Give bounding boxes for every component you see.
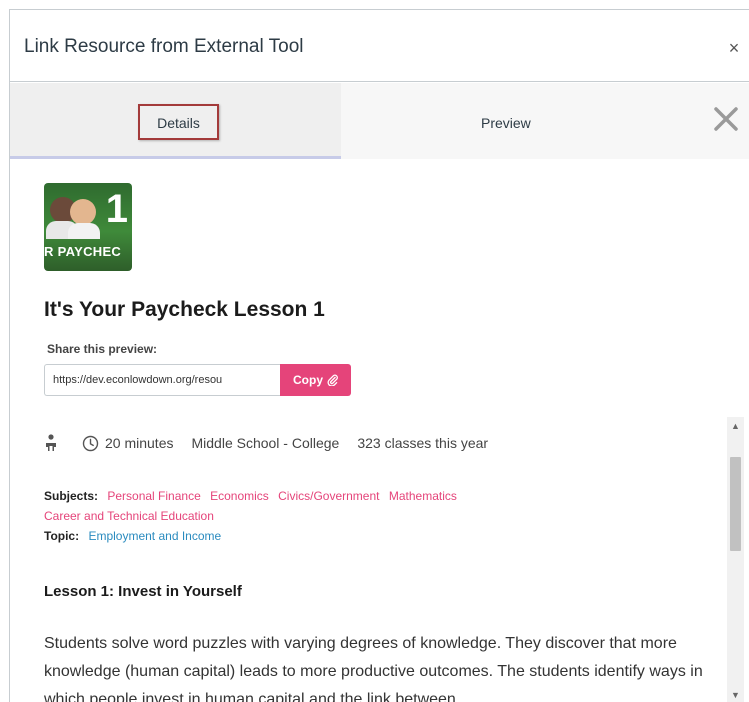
topic-link[interactable]: Employment and Income bbox=[88, 529, 221, 543]
paperclip-icon bbox=[327, 374, 338, 386]
tab-details[interactable]: Details bbox=[10, 83, 341, 159]
link-resource-dialog: Link Resource from External Tool × Detai… bbox=[9, 9, 749, 702]
resource-title: It's Your Paycheck Lesson 1 bbox=[44, 298, 325, 321]
subject-link[interactable]: Career and Technical Education bbox=[44, 509, 214, 523]
dialog-header: Link Resource from External Tool × bbox=[10, 10, 749, 82]
subject-link[interactable]: Mathematics bbox=[389, 489, 457, 503]
tab-preview[interactable]: Preview bbox=[341, 83, 749, 159]
scrollbar-thumb[interactable] bbox=[730, 457, 741, 551]
duration-item: 20 minutes bbox=[82, 435, 173, 452]
tab-details-label: Details bbox=[138, 104, 219, 140]
person-icon bbox=[46, 434, 56, 451]
clock-icon bbox=[82, 435, 99, 451]
scrollbar[interactable]: ▲ ▼ bbox=[727, 417, 744, 702]
subject-link[interactable]: Personal Finance bbox=[107, 489, 200, 503]
thumbnail-text: R PAYCHEC bbox=[44, 244, 122, 259]
resource-meta: 20 minutes Middle School - College 323 c… bbox=[44, 432, 506, 454]
tab-bar: Details Preview bbox=[10, 83, 749, 159]
details-panel: 1 R PAYCHEC It's Your Paycheck Lesson 1 … bbox=[10, 159, 749, 702]
subjects-block: Subjects: Personal Finance Economics Civ… bbox=[44, 486, 724, 546]
subjects-label: Subjects: bbox=[44, 489, 99, 503]
topic-line: Topic: Employment and Income bbox=[44, 526, 724, 546]
resource-description: Students solve word puzzles with varying… bbox=[44, 635, 703, 702]
scroll-up-icon[interactable]: ▲ bbox=[727, 417, 744, 434]
topic-label: Topic: bbox=[44, 529, 80, 543]
close-icon[interactable]: × bbox=[725, 38, 743, 58]
scroll-down-icon[interactable]: ▼ bbox=[727, 686, 744, 702]
section-heading: Lesson 1: Invest in Yourself bbox=[44, 583, 242, 600]
grade-level: Middle School - College bbox=[191, 435, 340, 451]
dialog-title: Link Resource from External Tool bbox=[24, 36, 304, 57]
subject-link[interactable]: Civics/Government bbox=[278, 489, 379, 503]
audience-item bbox=[44, 434, 64, 452]
class-count: 323 classes this year bbox=[357, 435, 489, 451]
subjects-line: Subjects: Personal Finance Economics Civ… bbox=[44, 486, 724, 506]
copy-button[interactable]: Copy bbox=[280, 364, 351, 396]
duration: 20 minutes bbox=[105, 435, 174, 451]
resource-thumbnail: 1 R PAYCHEC bbox=[44, 183, 132, 271]
share-label: Share this preview: bbox=[47, 342, 158, 356]
thumbnail-number: 1 bbox=[105, 187, 128, 231]
tab-preview-label: Preview bbox=[481, 115, 531, 131]
subjects-line-2: Career and Technical Education bbox=[44, 506, 724, 526]
copy-label: Copy bbox=[293, 373, 323, 387]
subject-link[interactable]: Economics bbox=[210, 489, 269, 503]
share-url-input[interactable] bbox=[44, 364, 286, 396]
close-x-icon[interactable] bbox=[712, 105, 740, 133]
